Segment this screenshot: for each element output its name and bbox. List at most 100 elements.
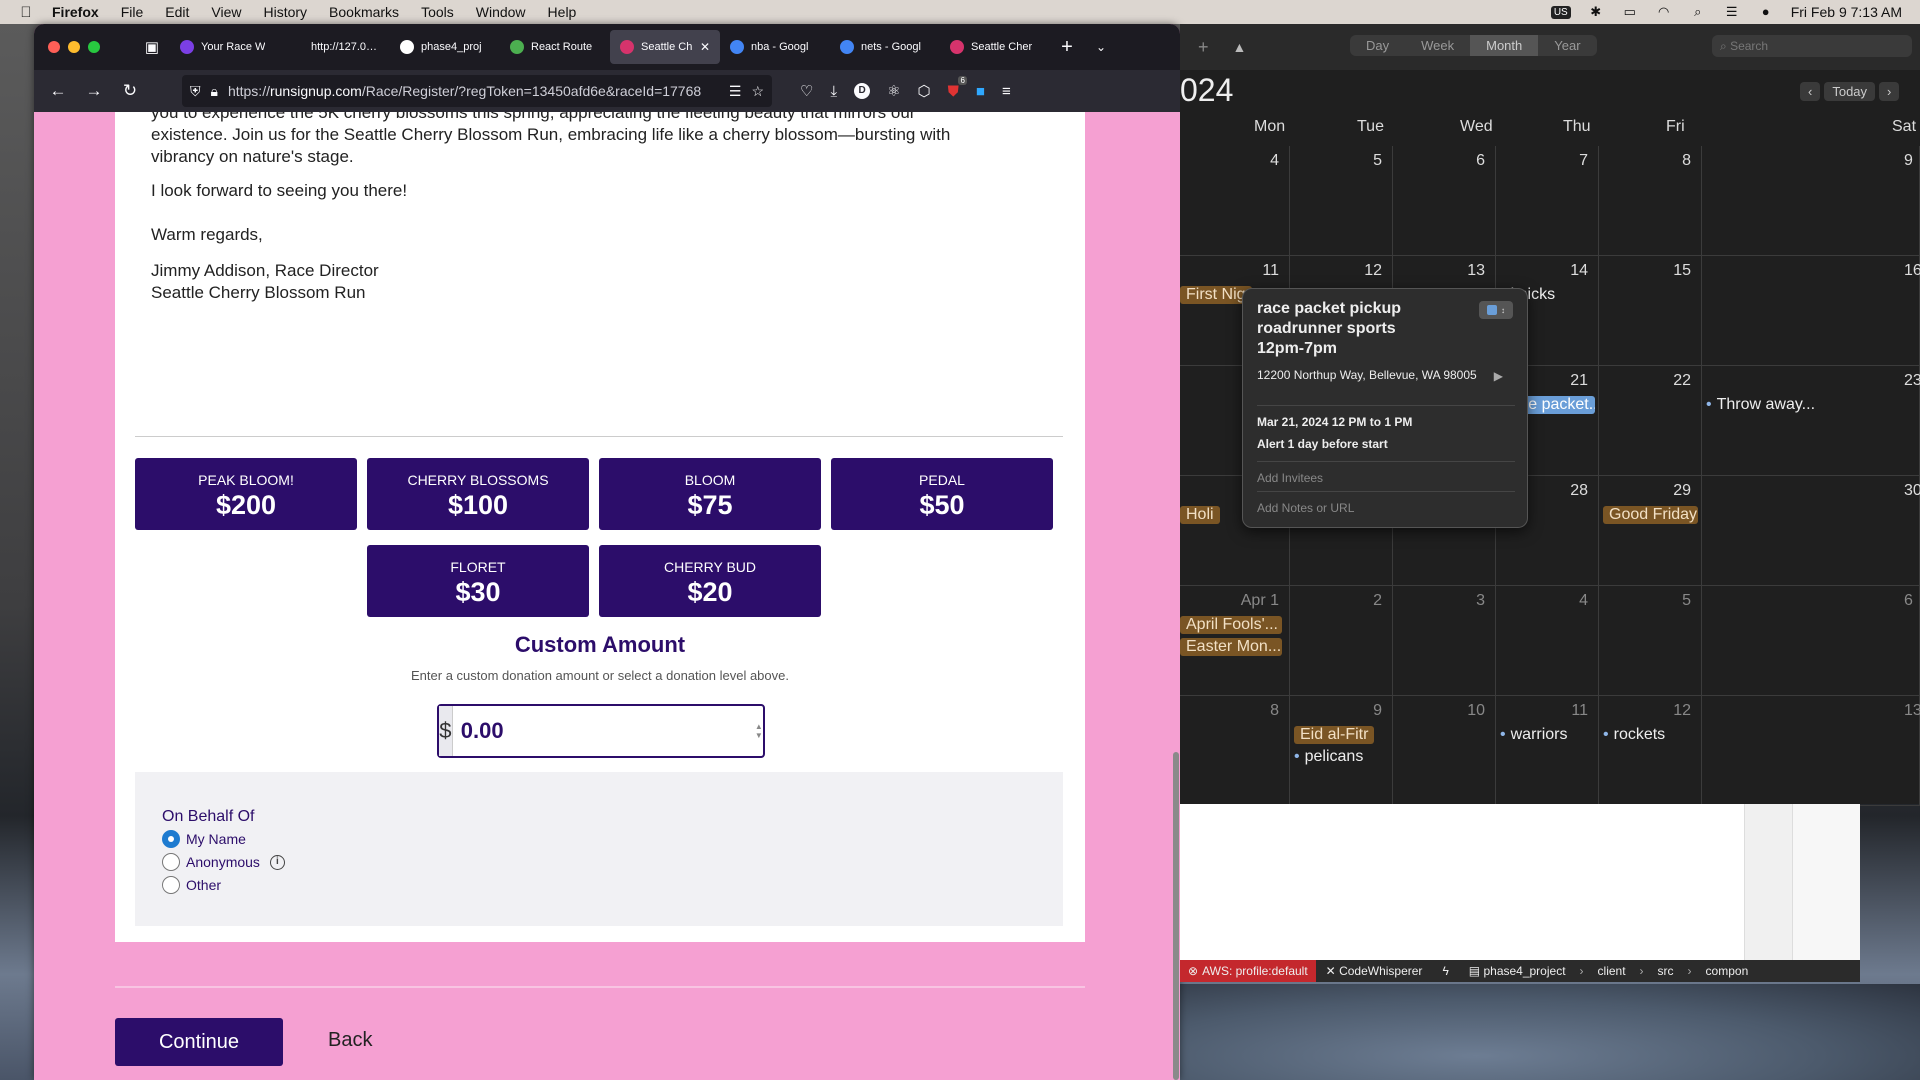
calendar-day-cell[interactable]: 2 [1290,586,1393,696]
calendar-color-picker[interactable]: ↕ [1479,301,1513,319]
reader-view-icon[interactable]: ☰ [729,83,742,100]
add-event-icon[interactable]: + [1198,37,1209,58]
calendar-day-cell[interactable]: 4 [1496,586,1599,696]
event-datetime[interactable]: Mar 21, 2024 12 PM to 1 PM [1257,415,1412,429]
calendar-day-cell[interactable]: 10 [1393,696,1496,806]
spotlight-search-icon[interactable]: ⌕ [1689,5,1707,19]
pocket-icon[interactable]: ♡ [800,82,813,100]
warning-icon[interactable]: ▲ [1233,39,1247,55]
view-year[interactable]: Year [1538,35,1596,56]
event-alert[interactable]: Alert 1 day before start [1257,437,1388,451]
control-center-icon[interactable]: ☰ [1723,5,1741,19]
donation-level-button[interactable]: Peak Bloom! $200 [135,458,357,530]
list-all-tabs-chevron-icon[interactable]: ⌄ [1084,40,1118,54]
minimize-window-button[interactable] [68,41,80,53]
event-location[interactable]: 12200 Northup Way, Bellevue, WA 98005 [1257,367,1477,383]
menu-history[interactable]: History [263,4,307,20]
calendar-event[interactable]: rockets [1603,726,1666,744]
browser-tab[interactable]: nets - Googl [830,30,940,64]
donation-level-button[interactable]: Floret $30 [367,545,589,617]
calendar-day-cell[interactable]: Apr 1 April Fools'... Easter Mon... [1180,586,1290,696]
menu-tools[interactable]: Tools [421,4,454,20]
page-scrollbar[interactable] [1172,112,1180,1080]
breadcrumb-client[interactable]: client [1588,964,1636,978]
custom-amount-field[interactable]: $ ▲▼ [437,704,765,758]
previous-month-chevron-icon[interactable]: ‹ [1800,82,1821,101]
close-window-button[interactable] [48,41,60,53]
calendar-day-cell[interactable]: 3 [1393,586,1496,696]
calendar-day-cell[interactable]: 13 [1702,696,1920,806]
calendar-event[interactable]: Throw away... [1706,396,1815,414]
tracking-shield-icon[interactable]: ⛨ [190,83,201,100]
zoom-window-button[interactable] [88,41,100,53]
calendar-day-cell[interactable]: 15 [1599,256,1702,366]
menu-bookmarks[interactable]: Bookmarks [329,4,399,20]
reload-icon[interactable]: ↻ [112,81,148,101]
calendar-event[interactable]: Eid al-Fitr [1294,726,1375,744]
downloads-icon[interactable]: ⤓ [830,83,837,100]
calendar-day-cell[interactable]: 8 [1180,696,1290,806]
lock-icon[interactable]: 🔒︎ [211,83,218,100]
amount-stepper-icon[interactable]: ▲ ▼ [755,706,763,756]
lightning-icon[interactable]: ϟ [1432,964,1458,978]
calendar-event[interactable]: Easter Mon... [1180,638,1282,656]
siri-icon[interactable]: ● [1757,5,1775,19]
new-tab-button[interactable]: + [1050,36,1084,59]
hamburger-menu-icon[interactable]: ≡ [1002,83,1011,100]
browser-tab[interactable]: Seattle Cher [940,30,1050,64]
breadcrumb-components[interactable]: compon [1696,964,1759,978]
react-devtools-icon[interactable]: ⚛ [887,82,900,100]
menu-file[interactable]: File [121,4,144,20]
menu-help[interactable]: Help [548,4,577,20]
breadcrumb-project[interactable]: ▤ phase4_project [1459,964,1576,978]
wifi-icon[interactable]: ◠ [1655,5,1673,19]
calendar-day-cell[interactable]: 11warriors [1496,696,1599,806]
donation-level-button[interactable]: Bloom $75 [599,458,821,530]
calendar-event[interactable]: warriors [1500,726,1568,744]
browser-tab[interactable]: nba - Googl [720,30,830,64]
breadcrumb-src[interactable]: src [1648,964,1684,978]
back-button[interactable]: Back [328,1029,372,1052]
calendar-day-cell[interactable]: 5 [1290,146,1393,256]
url-text[interactable]: https://runsignup.com/Race/Register/?reg… [228,83,719,99]
bookmark-star-icon[interactable]: ☆ [751,83,764,100]
ublock-shield-icon[interactable]: ⛊ 6 [948,75,967,100]
editor-minimap[interactable] [1744,804,1792,960]
custom-amount-input[interactable] [452,706,755,756]
blue-extension-icon[interactable]: ■ [976,83,985,100]
add-notes-field[interactable]: Add Notes or URL [1257,501,1354,515]
browser-tab[interactable]: Seattle Ch ✕ [610,30,720,64]
calendar-day-cell[interactable]: 16 [1702,256,1920,366]
back-arrow-icon[interactable]: ← [40,81,76,101]
close-tab-icon[interactable]: ✕ [700,40,710,54]
radio-unchecked-icon[interactable] [162,876,180,894]
calendar-day-cell[interactable]: 4 [1180,146,1290,256]
today-button[interactable]: Today [1824,82,1876,101]
menubar-clock[interactable]: Fri Feb 9 7:13 AM [1791,4,1902,20]
radio-option-my-name[interactable]: My Name [162,830,246,848]
calendar-day-cell[interactable]: 8 [1599,146,1702,256]
firefox-view-icon[interactable]: ▣ [134,38,170,56]
scrollbar-thumb[interactable] [1173,752,1179,1080]
input-source-badge[interactable]: US [1550,5,1571,19]
calendar-event[interactable]: pelicans [1294,748,1364,766]
browser-tab[interactable]: React Route [500,30,610,64]
radio-unchecked-icon[interactable] [162,853,180,871]
forward-arrow-icon[interactable]: → [76,81,112,101]
account-d-icon[interactable]: D [854,83,871,99]
editor-scroll-gutter[interactable] [1792,804,1860,960]
calendar-day-cell[interactable]: 23 Throw away... [1702,366,1920,476]
aws-profile-status[interactable]: ⊗ AWS: profile:default [1180,960,1316,982]
browser-tab[interactable]: http://127.0.0.1:5 [280,30,390,64]
view-day[interactable]: Day [1350,35,1405,56]
codewhisperer-status[interactable]: ✕ CodeWhisperer [1316,964,1433,978]
bluetooth-icon[interactable]: ✱ [1587,5,1605,19]
calendar-day-cell[interactable]: 9 Eid al-Fitr pelicans [1290,696,1393,806]
calendar-event[interactable]: April Fools'... [1180,616,1282,634]
calendar-day-cell[interactable]: 6 [1393,146,1496,256]
calendar-day-cell[interactable]: 30 [1702,476,1920,586]
extensions-puzzle-icon[interactable]: ⬡ [918,82,931,100]
calendar-event[interactable]: Holi [1180,506,1220,524]
calendar-day-cell[interactable]: 9 [1702,146,1920,256]
battery-icon[interactable]: ▭ [1621,5,1639,19]
